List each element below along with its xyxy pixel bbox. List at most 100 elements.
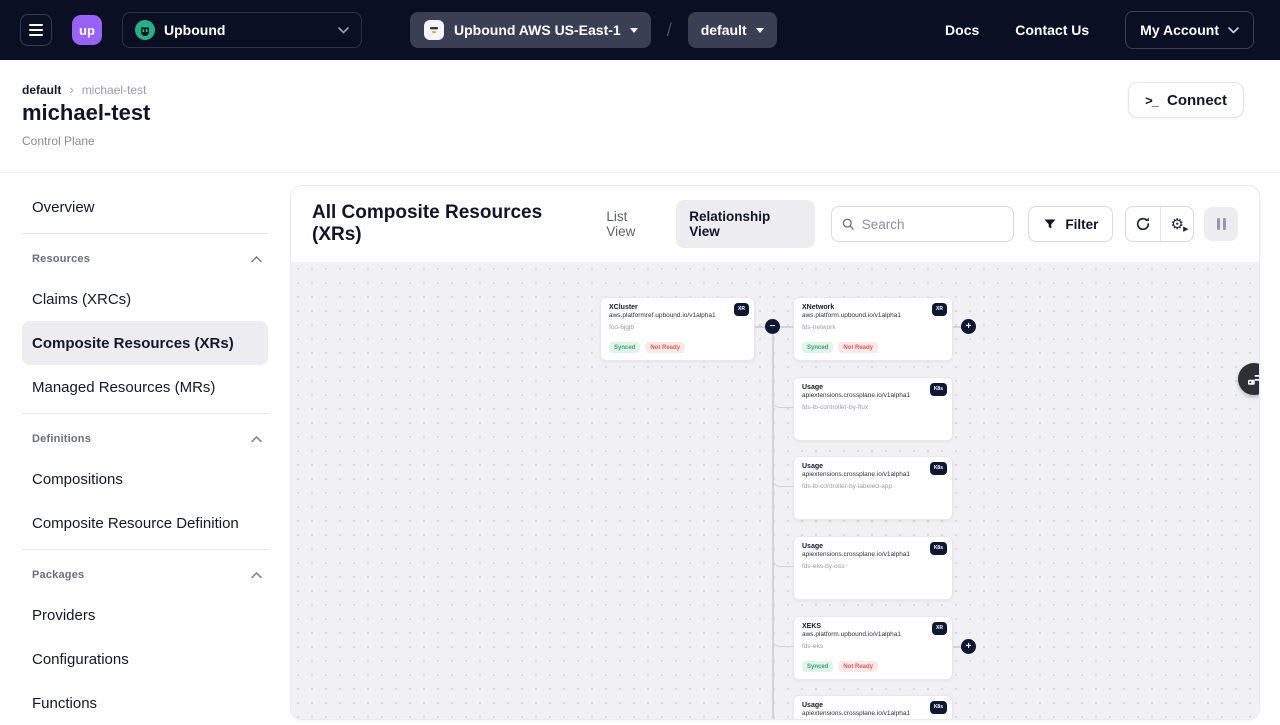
menu-button[interactable]: [20, 14, 52, 46]
chevron-down-icon: [338, 27, 349, 34]
sidebar: Overview Resources Claims (XRCs) Composi…: [0, 185, 290, 720]
node-title: Usage: [802, 384, 944, 392]
chevron-down-icon: [1228, 27, 1239, 34]
refresh-button[interactable]: [1126, 207, 1160, 241]
synced-badge: Synced: [802, 661, 833, 672]
sidebar-item-claims[interactable]: Claims (XRCs): [22, 277, 268, 321]
node-status-badges: Synced Not Ready: [802, 342, 878, 353]
gears-icon: ⚙: [1170, 217, 1183, 232]
top-nav: up Upbound Upbound AWS US-East-1 / defau…: [0, 0, 1280, 60]
control-plane-selector[interactable]: Upbound AWS US-East-1: [410, 12, 651, 48]
graph-node-usage-labeled-app[interactable]: K8s Usage apiextensions.crossplane.io/v1…: [793, 456, 953, 520]
sidebar-item-managed-resources[interactable]: Managed Resources (MRs): [22, 365, 268, 409]
node-resource-name: fds-eks: [802, 643, 944, 651]
kind-badge: XR: [932, 622, 947, 635]
not-ready-badge: Not Ready: [838, 342, 878, 353]
relationship-view-button[interactable]: Relationship View: [676, 200, 815, 248]
path-separator: /: [667, 20, 672, 41]
graph-edge-elbow: [772, 637, 793, 647]
chevron-up-icon: [251, 436, 262, 443]
filter-icon: [1043, 217, 1057, 231]
divider: [22, 413, 268, 414]
expand-button[interactable]: +: [961, 639, 976, 654]
node-title: Usage: [802, 463, 944, 471]
synced-badge: Synced: [802, 342, 833, 353]
node-resource-name: foo-6jgjb: [609, 324, 746, 332]
contact-us-link[interactable]: Contact Us: [1015, 22, 1089, 38]
graph-edge-elbow: [772, 557, 793, 567]
docs-link[interactable]: Docs: [945, 22, 979, 38]
graph-node-usage-flux[interactable]: K8s Usage apiextensions.crossplane.io/v1…: [793, 377, 953, 441]
breadcrumb: default › michael-test: [22, 82, 146, 97]
section-title: Resources: [32, 253, 90, 265]
sidebar-item-functions[interactable]: Functions: [22, 681, 268, 725]
node-resource-name: fds-lb-controller-by-labeled-app: [802, 483, 944, 491]
connect-label: Connect: [1167, 92, 1227, 109]
graph-node-xnetwork[interactable]: XR XNetwork aws.platform.upbound.io/v1al…: [793, 297, 953, 361]
my-account-button[interactable]: My Account: [1125, 11, 1254, 49]
search-input[interactable]: [862, 217, 1004, 232]
sidebar-section-packages[interactable]: Packages: [22, 557, 268, 593]
connect-button[interactable]: >_ Connect: [1128, 82, 1244, 118]
run-operations-button[interactable]: ⚙ ▶: [1160, 207, 1194, 241]
node-title: Usage: [802, 702, 944, 710]
not-ready-badge: Not Ready: [645, 342, 685, 353]
breadcrumb-parent[interactable]: default: [22, 83, 61, 97]
control-plane-icon: [423, 19, 445, 41]
chevron-up-icon: [251, 572, 262, 579]
divider: [22, 233, 268, 234]
upbound-logo[interactable]: up: [72, 15, 102, 45]
graph-node-usage-eks-oss[interactable]: K8s Usage apiextensions.crossplane.io/v1…: [793, 536, 953, 600]
sidebar-item-composite-resource-definition[interactable]: Composite Resource Definition: [22, 501, 268, 545]
graph-edge-elbow: [772, 398, 793, 408]
node-api-version: apiextensions.crossplane.io/v1alpha1: [802, 471, 944, 479]
sidebar-item-composite-resources[interactable]: Composite Resources (XRs): [22, 321, 268, 365]
group-selector[interactable]: default: [688, 12, 777, 48]
graph-edge: [772, 334, 774, 720]
legend-toggle-button[interactable]: [1238, 363, 1260, 395]
sidebar-section-definitions[interactable]: Definitions: [22, 421, 268, 457]
sidebar-section-resources[interactable]: Resources: [22, 241, 268, 277]
control-plane-label: Upbound AWS US-East-1: [454, 22, 621, 38]
node-title: Usage: [802, 543, 944, 551]
collapse-button[interactable]: −: [765, 319, 780, 334]
terminal-icon: >_: [1145, 93, 1158, 108]
node-api-version: aws.platform.upbound.io/v1alpha1: [802, 631, 944, 639]
sidebar-item-providers[interactable]: Providers: [22, 593, 268, 637]
node-api-version: apiextensions.crossplane.io/v1alpha1: [802, 710, 944, 718]
my-account-label: My Account: [1140, 22, 1219, 38]
org-selector[interactable]: Upbound: [122, 12, 362, 48]
legend-icon: [1246, 371, 1261, 388]
graph-canvas[interactable]: − + + XR XCluster aws.platformref.upboun…: [291, 262, 1259, 719]
pause-button[interactable]: [1204, 207, 1238, 241]
node-resource-name: fds-eks-by-oss: [802, 563, 944, 571]
page-header: default › michael-test michael-test Cont…: [0, 60, 1280, 172]
page-subtitle: Control Plane: [22, 134, 95, 148]
divider: [22, 549, 268, 550]
synced-badge: Synced: [609, 342, 640, 353]
node-status-badges: Synced Not Ready: [802, 661, 878, 672]
expand-button[interactable]: +: [961, 319, 976, 334]
filter-label: Filter: [1065, 217, 1098, 232]
search-box: [831, 206, 1014, 242]
caret-down-icon: [630, 28, 638, 33]
sidebar-item-configurations[interactable]: Configurations: [22, 637, 268, 681]
main-panel: All Composite Resources (XRs) List View …: [290, 185, 1260, 720]
sidebar-item-overview[interactable]: Overview: [22, 185, 268, 229]
node-resource-name: fds-lb-controller-by-flux: [802, 404, 944, 412]
menu-icon: [29, 24, 43, 26]
sidebar-item-compositions[interactable]: Compositions: [22, 457, 268, 501]
node-status-badges: Synced Not Ready: [609, 342, 685, 353]
filter-button[interactable]: Filter: [1028, 206, 1113, 242]
search-icon: [842, 217, 854, 231]
breadcrumb-chevron-icon: ›: [69, 82, 73, 97]
graph-node-usage-bottom[interactable]: K8s Usage apiextensions.crossplane.io/v1…: [793, 695, 953, 720]
caret-down-icon: [756, 28, 764, 33]
list-view-button[interactable]: List View: [593, 200, 672, 248]
section-title: Definitions: [32, 433, 91, 445]
section-title: Packages: [32, 569, 84, 581]
graph-node-xeks[interactable]: XR XEKS aws.platform.upbound.io/v1alpha1…: [793, 616, 953, 680]
panel-title: All Composite Resources (XRs): [312, 202, 593, 246]
graph-node-xcluster[interactable]: XR XCluster aws.platformref.upbound.io/v…: [600, 297, 755, 361]
refresh-icon: [1135, 216, 1151, 232]
